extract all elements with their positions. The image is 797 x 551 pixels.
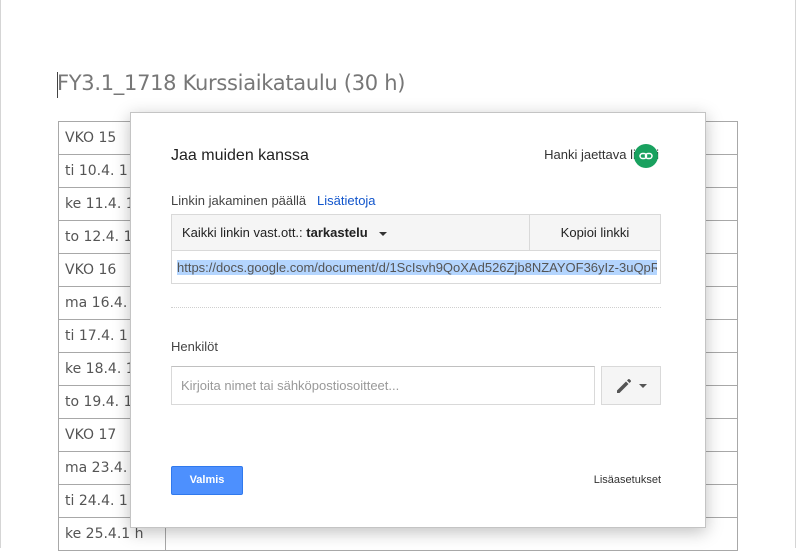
- text-cursor: [57, 72, 58, 98]
- pencil-icon: [617, 378, 631, 393]
- access-dropdown[interactable]: Kaikki linkin vast.ott.: tarkastelu: [172, 215, 530, 251]
- people-input[interactable]: Kirjoita nimet tai sähköpostiosoitteet..…: [171, 366, 595, 405]
- people-label: Henkilöt: [171, 339, 218, 354]
- learn-more-link[interactable]: Lisätietoja: [317, 193, 376, 208]
- share-url-field[interactable]: https://docs.google.com/document/d/1ScIs…: [177, 258, 657, 278]
- dialog-title: Jaa muiden kanssa: [171, 147, 309, 164]
- link-icon[interactable]: [634, 144, 658, 168]
- done-button[interactable]: Valmis: [171, 466, 243, 495]
- link-settings-box: Kaikki linkin vast.ott.: tarkastelu Kopi…: [171, 214, 661, 284]
- access-value: tarkastelu: [306, 225, 368, 240]
- share-dialog: Jaa muiden kanssa Hanki jaettava linkki …: [130, 112, 706, 528]
- divider: [171, 307, 661, 308]
- copy-link-button[interactable]: Kopioi linkki: [530, 215, 660, 251]
- share-url-text: https://docs.google.com/document/d/1ScIs…: [177, 260, 657, 275]
- access-prefix: Kaikki linkin vast.ott.:: [182, 225, 303, 240]
- chevron-down-icon: [379, 231, 388, 236]
- page-edge-right: [795, 0, 796, 548]
- advanced-settings-link[interactable]: Lisäasetukset: [594, 474, 661, 486]
- chevron-down-icon: [639, 383, 647, 388]
- document-title: FY3.1_1718 Kurssiaikataulu (30 h): [57, 71, 406, 95]
- permission-dropdown[interactable]: [601, 366, 661, 405]
- page-edge-left: [0, 0, 1, 548]
- sharing-status: Linkin jakaminen päällä: [171, 193, 307, 208]
